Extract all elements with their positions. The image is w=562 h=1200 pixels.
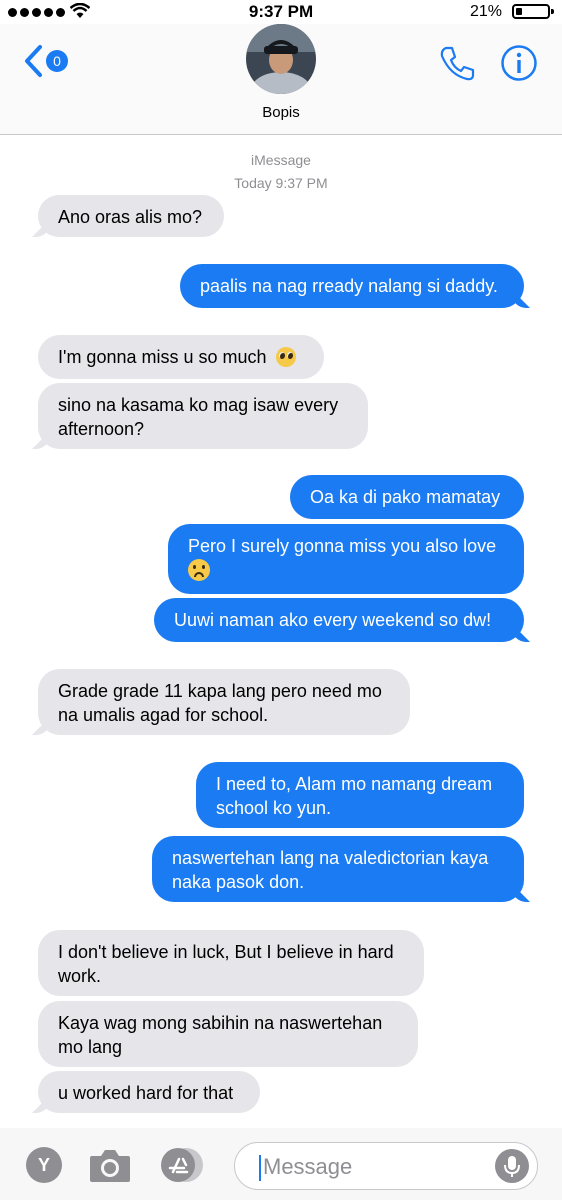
message-text: Grade grade 11 kapa lang pero need mo na… [58,681,382,725]
message-text: u worked hard for that [58,1083,234,1103]
conversation-header: 0 Bopis [0,24,562,135]
message-text: Oa ka di pako mamatay [310,487,501,507]
contact-name[interactable]: Bopis [0,104,562,121]
back-button[interactable]: 0 [22,44,68,78]
chevron-left-icon [25,45,42,77]
message-bubble-incoming[interactable]: u worked hard for that [38,1071,260,1113]
frowning-face-emoji [188,559,210,581]
message-placeholder: Message [263,1154,353,1179]
phone-icon[interactable] [438,44,476,82]
unread-count-badge: 0 [46,50,68,72]
message-text: I'm gonna miss u so much [58,347,267,367]
microphone-button[interactable] [495,1149,529,1183]
camera-icon[interactable] [88,1146,132,1184]
message-bubble-incoming[interactable]: I don't believe in luck, But I believe i… [38,930,424,996]
message-text: Kaya wag mong sabihin na naswertehan mo … [58,1013,383,1057]
message-bubble-incoming[interactable]: I'm gonna miss u so much [38,335,324,379]
message-text: I need to, Alam mo namang dream school k… [216,774,493,818]
message-bubble-outgoing[interactable]: Pero I surely gonna miss you also love [168,524,524,594]
message-text: naswertehan lang na valedictorian kaya n… [172,848,489,892]
info-icon[interactable] [500,44,538,82]
apps-button[interactable]: Y [26,1147,62,1183]
message-bubble-outgoing[interactable]: naswertehan lang na valedictorian kaya n… [152,836,524,902]
conversation-timestamp: Today 9:37 PM [234,175,328,191]
message-text: Pero I surely gonna miss you also love [188,536,497,556]
message-bubble-outgoing[interactable]: paalis na nag rready nalang si daddy. [180,264,524,308]
message-text: Ano oras alis mo? [58,207,203,227]
message-bubble-incoming[interactable]: Ano oras alis mo? [38,195,224,237]
service-label: iMessage [251,152,311,168]
message-text: sino na kasama ko mag isaw every afterno… [58,395,339,439]
battery-percent: 21% [469,3,502,20]
message-bubble-outgoing[interactable]: I need to, Alam mo namang dream school k… [196,762,524,828]
pleading-face-emoji [275,347,296,367]
message-bubble-outgoing[interactable]: Oa ka di pako mamatay [290,475,524,519]
microphone-icon [504,1156,520,1177]
contact-avatar[interactable] [246,24,316,94]
message-text: I don't believe in luck, But I believe i… [58,942,394,986]
battery-icon [512,4,554,19]
message-text: paalis na nag rready nalang si daddy. [200,276,498,296]
message-input[interactable]: Message [234,1142,538,1190]
message-bubble-incoming[interactable]: Kaya wag mong sabihin na naswertehan mo … [38,1001,418,1067]
app-store-icon[interactable] [160,1147,204,1183]
message-bubble-incoming[interactable]: Grade grade 11 kapa lang pero need mo na… [38,669,410,735]
message-text: Uuwi naman ako every weekend so dw! [174,610,492,630]
message-bubble-outgoing[interactable]: Uuwi naman ako every weekend so dw! [154,598,524,642]
status-bar: 9:37 PM 21% [0,0,562,24]
message-bubble-incoming[interactable]: sino na kasama ko mag isaw every afterno… [38,383,368,449]
message-input-bar: Y Message [0,1128,562,1200]
text-caret [259,1155,261,1181]
